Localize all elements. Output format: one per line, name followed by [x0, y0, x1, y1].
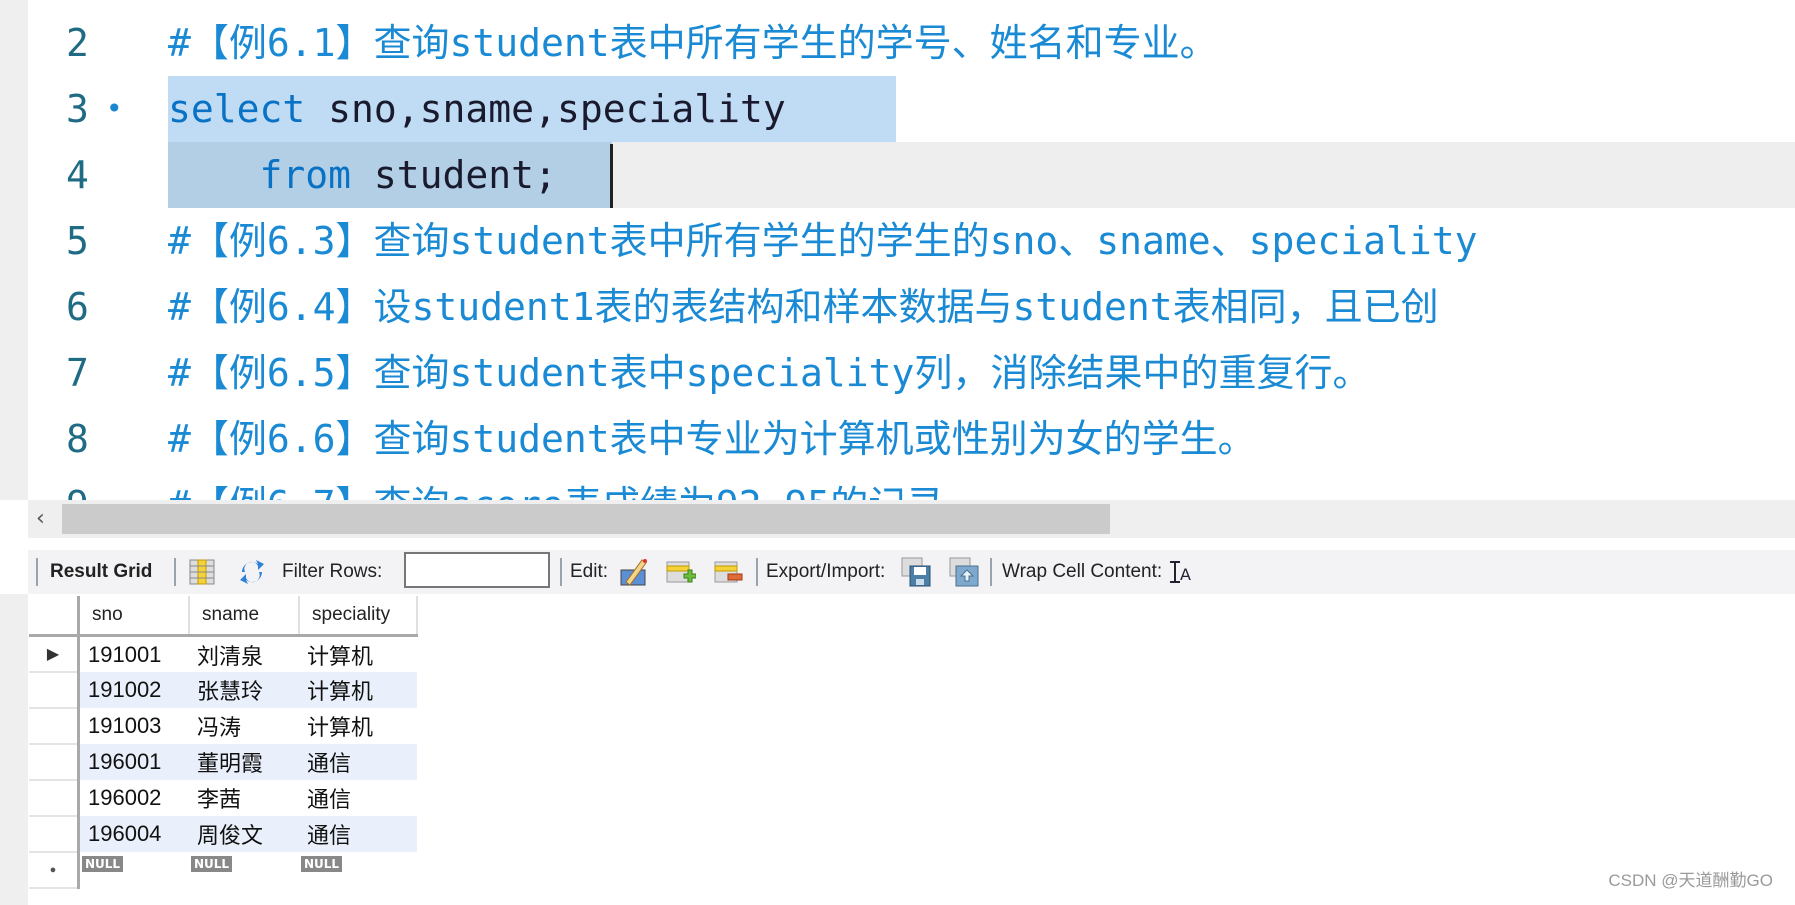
edit-pencil-icon[interactable] — [618, 556, 650, 588]
cell-speciality[interactable]: 通信 — [299, 780, 417, 816]
line-number: 4 — [66, 153, 89, 197]
result-grid-tab[interactable]: Result Grid — [50, 550, 152, 594]
scrollbar-thumb[interactable] — [62, 504, 1110, 534]
table-row[interactable]: 196002 李茜 通信 — [29, 780, 417, 817]
cell-sname[interactable]: 刘清泉 — [189, 636, 299, 673]
column-header-sname[interactable]: sname — [189, 596, 300, 637]
line-number: 9 — [66, 472, 89, 500]
code-line-comment[interactable]: #【例6.1】查询student表中所有学生的学号、姓名和专业。 — [168, 10, 1218, 76]
watermark: CSDN @天道酬勤GO — [1608, 871, 1773, 890]
import-open-icon[interactable] — [948, 556, 980, 588]
edit-label: Edit: — [570, 561, 609, 582]
sql-editor[interactable]: 2 #【例6.1】查询student表中所有学生的学号、姓名和专业。 3 • s… — [0, 0, 1795, 500]
cell-sname-null[interactable]: NULL — [189, 852, 299, 888]
cell-sno[interactable]: 196001 — [78, 744, 189, 780]
text-caret — [610, 144, 613, 208]
row-header[interactable] — [29, 708, 80, 745]
select-columns: sno,sname,speciality — [305, 87, 786, 131]
cell-sname[interactable]: 董明霞 — [189, 744, 299, 780]
add-row-icon[interactable] — [664, 556, 696, 588]
current-line-highlight — [612, 142, 1795, 208]
cell-sname[interactable]: 李茜 — [189, 780, 299, 816]
from-table: student; — [351, 153, 557, 197]
cell-sno-null[interactable]: NULL — [79, 852, 190, 888]
table-row[interactable]: 191003 冯涛 计算机 — [29, 708, 417, 745]
cell-sname[interactable]: 冯涛 — [189, 708, 299, 744]
export-save-icon[interactable] — [900, 556, 932, 588]
wrap-cell-label: Wrap Cell Content: — [1002, 561, 1163, 582]
editor-left-margin — [0, 0, 28, 500]
column-header-speciality[interactable]: speciality — [299, 596, 418, 637]
refresh-icon[interactable] — [236, 556, 268, 588]
left-margin — [0, 594, 28, 905]
toolbar-divider — [36, 558, 38, 586]
export-import-label: Export/Import: — [766, 561, 886, 582]
statement-marker-icon: • — [106, 92, 123, 125]
line-number: 3 — [66, 87, 89, 131]
null-badge: NULL — [82, 856, 124, 872]
cell-sname[interactable]: 周俊文 — [189, 816, 299, 852]
table-row[interactable]: 196004 周俊文 通信 — [29, 816, 417, 853]
line-number: 2 — [66, 21, 89, 65]
table-row[interactable]: 191002 张慧玲 计算机 — [29, 672, 417, 709]
column-header-sno[interactable]: sno — [78, 596, 190, 637]
code-line-from[interactable]: from student; — [168, 142, 557, 208]
wrap-text-icon[interactable]: A — [1164, 556, 1196, 588]
cell-sno[interactable]: 191001 — [79, 636, 190, 673]
null-badge: NULL — [301, 856, 343, 872]
row-header-corner — [29, 596, 80, 637]
cell-speciality-null[interactable]: NULL — [299, 852, 417, 888]
line-number: 8 — [66, 417, 89, 461]
row-header[interactable] — [29, 816, 80, 853]
cell-sname[interactable]: 张慧玲 — [189, 672, 299, 708]
toolbar-divider — [990, 558, 992, 586]
keyword-select: select — [168, 87, 306, 131]
code-line-comment[interactable]: #【例6.5】查询student表中speciality列，消除结果中的重复行。 — [168, 340, 1370, 406]
cell-sno[interactable]: 196002 — [79, 780, 190, 816]
grid-header-row: sno sname speciality — [29, 596, 418, 637]
line-number: 6 — [66, 285, 89, 329]
code-line-select[interactable]: select sno,sname,speciality — [168, 76, 786, 142]
grid-columns-icon[interactable] — [186, 556, 218, 588]
code-line-comment[interactable]: #【例6.3】查询student表中所有学生的学生的sno、sname、spec… — [168, 208, 1477, 274]
scroll-left-icon[interactable]: ‹ — [36, 504, 45, 534]
new-row[interactable]: ● NULL NULL NULL — [29, 852, 417, 889]
row-header[interactable] — [29, 672, 80, 709]
new-row-icon[interactable]: ● — [29, 852, 80, 889]
horizontal-scrollbar[interactable]: ‹ — [28, 500, 1795, 538]
cell-sno[interactable]: 191002 — [78, 672, 189, 708]
toolbar-divider — [174, 558, 176, 586]
cell-sno[interactable]: 196004 — [78, 816, 189, 852]
keyword-from: from — [259, 153, 352, 197]
code-line-comment[interactable]: #【例6.7】查询score表成绩为92~95的记录 — [168, 472, 944, 500]
line-number: 7 — [66, 351, 89, 395]
row-header[interactable] — [29, 744, 80, 781]
code-line-comment[interactable]: #【例6.4】设student1表的表结构和样本数据与student表相同，且已… — [168, 274, 1439, 340]
result-toolbar: Result Grid Filter Rows: Edit: Export/Im… — [28, 550, 1795, 594]
cell-speciality[interactable]: 计算机 — [299, 636, 417, 673]
svg-text:A: A — [1180, 565, 1191, 584]
cell-speciality[interactable]: 通信 — [299, 816, 417, 852]
toolbar-divider — [560, 558, 562, 586]
code-line-comment[interactable]: #【例6.6】查询student表中专业为计算机或性别为女的学生。 — [168, 406, 1256, 472]
line-number: 5 — [66, 219, 89, 263]
toolbar-divider — [756, 558, 758, 586]
table-row[interactable]: 196001 董明霞 通信 — [29, 744, 417, 781]
cell-speciality[interactable]: 计算机 — [299, 708, 417, 744]
row-header[interactable] — [29, 780, 80, 817]
cell-speciality[interactable]: 通信 — [299, 744, 417, 780]
filter-rows-label: Filter Rows: — [282, 561, 383, 582]
cell-speciality[interactable]: 计算机 — [299, 672, 417, 708]
null-badge: NULL — [191, 856, 233, 872]
current-row-icon[interactable]: ▶ — [29, 635, 80, 673]
cell-sno[interactable]: 191003 — [79, 708, 190, 744]
filter-rows-input[interactable] — [404, 552, 550, 588]
table-row[interactable]: ▶ 191001 刘清泉 计算机 — [29, 635, 417, 673]
delete-row-icon[interactable] — [712, 556, 744, 588]
result-grid: sno sname speciality ▶ 191001 刘清泉 计算机 19… — [29, 596, 418, 889]
